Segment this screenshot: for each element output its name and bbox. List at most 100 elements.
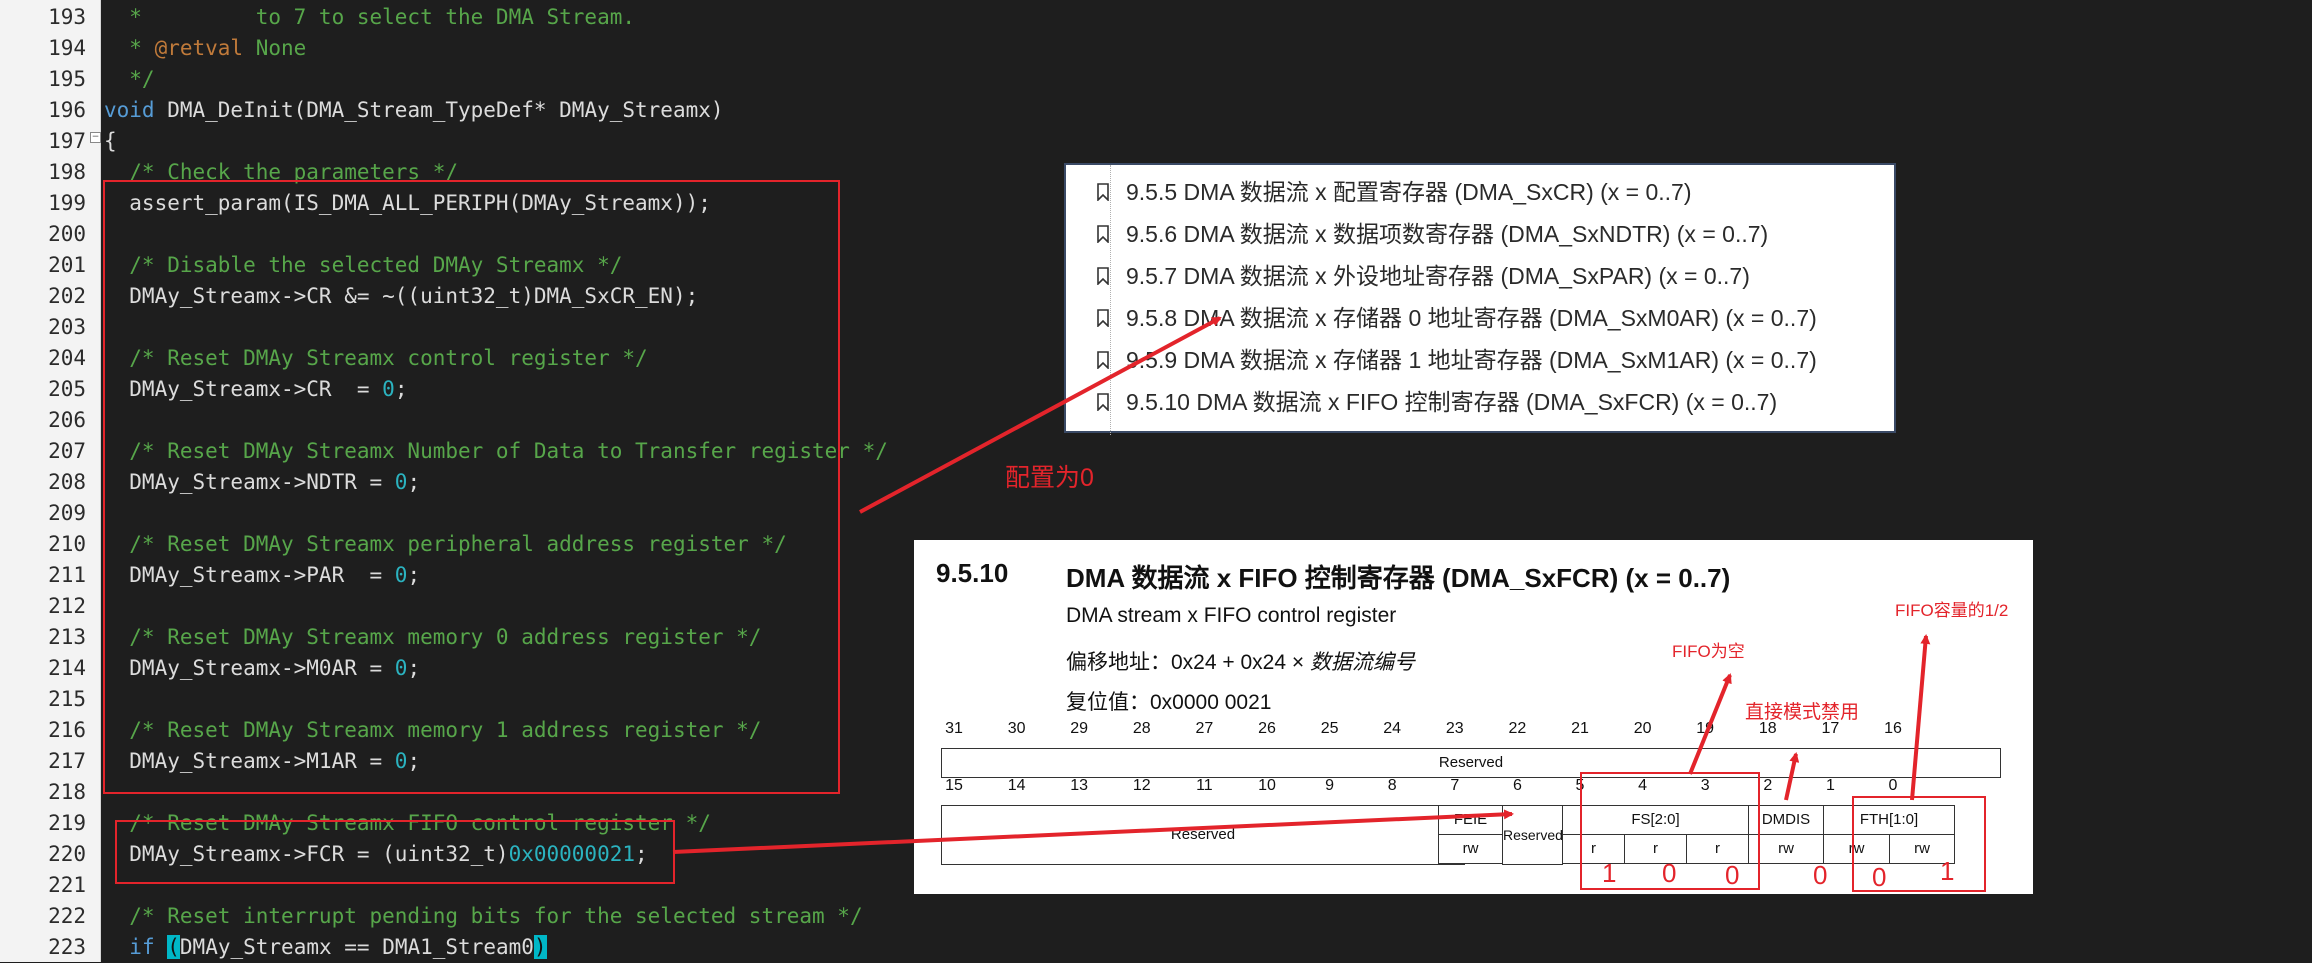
bookmark-item[interactable]: 9.5.8 DMA 数据流 x 存储器 0 地址寄存器 (DMA_SxM0AR)… xyxy=(1097,297,1817,339)
code-line[interactable]: */ xyxy=(104,64,154,95)
line-number: 193 xyxy=(48,5,86,29)
code-token: DMAy_Streamx->NDTR = xyxy=(104,470,395,494)
bit-number: 28 xyxy=(1132,720,1151,737)
code-token: ; xyxy=(407,563,421,587)
code-token: ; xyxy=(407,749,421,773)
bookmark-label: 9.5.7 DMA 数据流 x 外设地址寄存器 (DMA_SxPAR) (x =… xyxy=(1126,263,1750,289)
bit-number: 3 xyxy=(1700,777,1710,794)
code-line[interactable]: * to 7 to select the DMA Stream. xyxy=(104,2,635,33)
line-number: 194 xyxy=(48,36,86,60)
line-number: 202 xyxy=(48,284,86,308)
bookmark-item[interactable]: 9.5.7 DMA 数据流 x 外设地址寄存器 (DMA_SxPAR) (x =… xyxy=(1097,255,1750,297)
bit-number: 8 xyxy=(1387,777,1397,794)
matched-paren: ) xyxy=(533,935,547,959)
bit-number: 4 xyxy=(1638,777,1648,794)
code-line[interactable]: /* Disable the selected DMAy Streamx */ xyxy=(104,250,622,281)
keyword-token: if xyxy=(129,935,155,959)
code-line[interactable]: /* Reset interrupt pending bits for the … xyxy=(104,901,862,932)
annotation-config-zero: 配置为0 xyxy=(1005,464,1094,492)
code-line[interactable]: /* Reset DMAy Streamx FIFO control regis… xyxy=(104,808,711,839)
code-line[interactable]: DMAy_Streamx->FCR = (uint32_t)0x00000021… xyxy=(104,839,648,870)
register-doc: 9.5.10 DMA 数据流 x FIFO 控制寄存器 (DMA_SxFCR) … xyxy=(914,540,2033,894)
code-line[interactable]: * @retval None xyxy=(104,33,306,64)
bookmark-icon xyxy=(1097,351,1109,369)
comment-token: /* Reset DMAy Streamx peripheral address… xyxy=(104,532,787,556)
register-title: DMA 数据流 x FIFO 控制寄存器 (DMA_SxFCR) (x = 0.… xyxy=(1066,563,1731,593)
bookmark-item[interactable]: 9.5.5 DMA 数据流 x 配置寄存器 (DMA_SxCR) (x = 0.… xyxy=(1097,171,1692,213)
code-line[interactable]: assert_param(IS_DMA_ALL_PERIPH(DMAy_Stre… xyxy=(104,188,711,219)
code-line[interactable]: DMAy_Streamx->M0AR = 0; xyxy=(104,653,420,684)
bit1-value: 0 xyxy=(1872,862,1887,892)
dmdis-field: DMDIS xyxy=(1748,805,1824,835)
bit-number: 2 xyxy=(1763,777,1773,794)
code-line[interactable]: { xyxy=(104,126,117,157)
annotation-fifo-empty: FIFO为空 xyxy=(1672,642,1745,661)
fs1-access: r xyxy=(1624,834,1687,864)
bit-number: 19 xyxy=(1696,720,1715,737)
feie-field: FEIE xyxy=(1438,805,1503,835)
bit-number: 20 xyxy=(1633,720,1652,737)
reserved-low-field: Reserved xyxy=(941,805,1465,865)
bookmark-icon xyxy=(1097,309,1109,327)
bit0-value: 1 xyxy=(1940,856,1955,886)
code-line[interactable]: /* Reset DMAy Streamx control register *… xyxy=(104,343,647,374)
code-token: DMAy_Streamx->M0AR = xyxy=(104,656,395,680)
line-number: 221 xyxy=(48,873,86,897)
code-token: ; xyxy=(407,470,421,494)
bit-number: 7 xyxy=(1450,777,1460,794)
line-number: 213 xyxy=(48,625,86,649)
code-line[interactable]: DMAy_Streamx->PAR = 0; xyxy=(104,560,420,591)
bit-number: 6 xyxy=(1512,777,1522,794)
bit3-value: 0 xyxy=(1725,860,1740,890)
code-line[interactable]: /* Reset DMAy Streamx Number of Data to … xyxy=(104,436,888,467)
line-number: 214 xyxy=(48,656,86,680)
code-line[interactable]: DMAy_Streamx->CR &= ~((uint32_t)DMA_SxCR… xyxy=(104,281,698,312)
fold-toggle-icon[interactable]: − xyxy=(90,132,101,143)
code-line[interactable]: /* Reset DMAy Streamx memory 1 address r… xyxy=(104,715,761,746)
line-number: 219 xyxy=(48,811,86,835)
code-line[interactable]: /* Reset DMAy Streamx memory 0 address r… xyxy=(104,622,761,653)
line-number: 207 xyxy=(48,439,86,463)
annotation-fifo-half: FIFO容量的1/2 xyxy=(1895,601,2009,620)
bit-number: 16 xyxy=(1884,720,1902,737)
comment-token: /* Reset DMAy Streamx FIFO control regis… xyxy=(104,811,711,835)
code-line[interactable]: DMAy_Streamx->NDTR = 0; xyxy=(104,467,420,498)
register-subtitle: DMA stream x FIFO control register xyxy=(1066,604,1397,627)
comment-token: /* Reset DMAy Streamx Number of Data to … xyxy=(104,439,888,463)
bit-number: 11 xyxy=(1196,777,1213,794)
bit-number: 25 xyxy=(1320,720,1339,737)
code-token: ; xyxy=(635,842,648,866)
line-number: 222 xyxy=(48,904,86,928)
tree-line xyxy=(1110,165,1111,435)
offset-address: 偏移地址：0x24 + 0x24 × 数据流编号 xyxy=(1066,651,1415,674)
line-number: 199 xyxy=(48,191,86,215)
comment-token: None xyxy=(243,36,307,60)
bookmark-icon xyxy=(1097,267,1109,285)
bit-number: 15 xyxy=(945,777,963,794)
code-line[interactable]: /* Reset DMAy Streamx peripheral address… xyxy=(104,529,787,560)
code-line[interactable]: DMAy_Streamx->CR = 0; xyxy=(104,374,407,405)
reset-value: 复位值：0x0000 0021 xyxy=(1066,691,1272,714)
bit-number: 22 xyxy=(1508,720,1527,737)
bookmark-item[interactable]: 9.5.9 DMA 数据流 x 存储器 1 地址寄存器 (DMA_SxM1AR)… xyxy=(1097,339,1817,381)
code-line[interactable]: /* Check the parameters */ xyxy=(104,157,458,188)
line-number-gutter: 193 194 195 196 197 198 199 200 201 202 203 204 205 2… xyxy=(0,0,101,962)
line-number: 195 xyxy=(48,67,86,91)
fs0-access: r xyxy=(1686,834,1749,864)
line-number: 210 xyxy=(48,532,86,556)
line-number: 205 xyxy=(48,377,86,401)
bookmark-item[interactable]: 9.5.10 DMA 数据流 x FIFO 控制寄存器 (DMA_SxFCR) … xyxy=(1097,381,1778,423)
bit-number: 23 xyxy=(1445,720,1464,737)
bookmark-item[interactable]: 9.5.6 DMA 数据流 x 数据项数寄存器 (DMA_SxNDTR) (x … xyxy=(1097,213,1768,255)
bit-number: 27 xyxy=(1195,720,1214,737)
code-line[interactable]: void DMA_DeInit(DMA_Stream_TypeDef* DMAy… xyxy=(104,95,724,126)
number-token: 0 xyxy=(394,470,408,494)
code-token: { xyxy=(104,129,117,153)
comment-token: /* Reset DMAy Streamx memory 0 address r… xyxy=(104,625,762,649)
code-token: ; xyxy=(394,377,408,401)
line-number: 217 xyxy=(48,749,86,773)
bookmark-label: 9.5.10 DMA 数据流 x FIFO 控制寄存器 (DMA_SxFCR) … xyxy=(1126,389,1778,415)
code-line[interactable]: if (DMAy_Streamx == DMA1_Stream0) xyxy=(104,932,547,963)
code-line[interactable]: DMAy_Streamx->M1AR = 0; xyxy=(104,746,420,777)
